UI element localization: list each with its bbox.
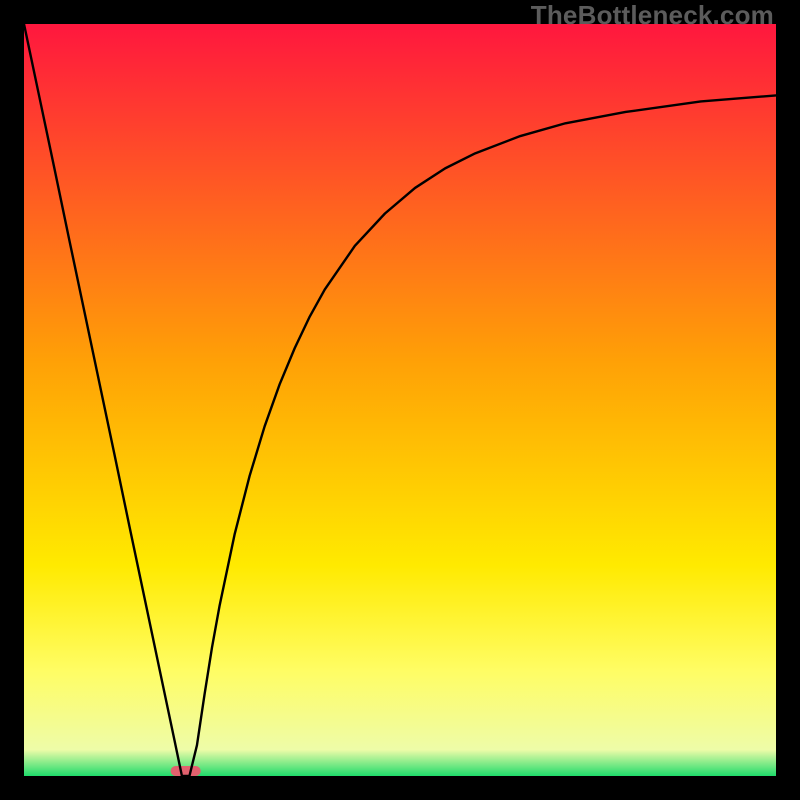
chart-background: [24, 24, 776, 776]
chart-svg: [24, 24, 776, 776]
chart-frame: TheBottleneck.com: [0, 0, 800, 800]
watermark-text: TheBottleneck.com: [531, 0, 774, 31]
chart-plot-area: [24, 24, 776, 776]
footer-marker: [171, 766, 201, 776]
